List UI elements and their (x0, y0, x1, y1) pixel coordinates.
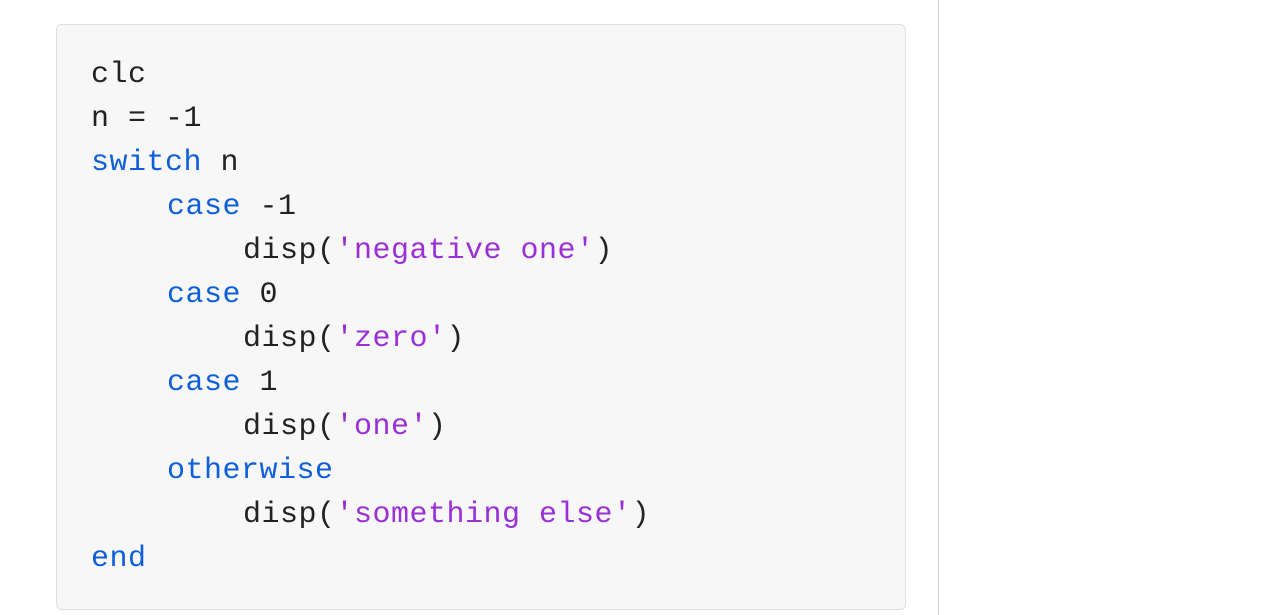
code-text: 0 (241, 278, 278, 312)
code-text: clc (91, 58, 147, 92)
string-literal: 'something else' (336, 498, 632, 532)
code-line: disp('something else') (91, 493, 871, 537)
keyword-end: end (91, 542, 147, 576)
keyword-case: case (167, 278, 241, 312)
code-line: case 0 (91, 273, 871, 317)
keyword-switch: switch (91, 146, 202, 180)
code-line: case -1 (91, 185, 871, 229)
code-text: n (202, 146, 239, 180)
string-literal: 'zero' (336, 322, 447, 356)
code-text: 1 (241, 366, 278, 400)
code-text: n = (91, 102, 165, 136)
code-line: disp('negative one') (91, 229, 871, 273)
keyword-case: case (167, 190, 241, 224)
code-text: disp( (243, 322, 336, 356)
code-text: disp( (243, 498, 336, 532)
code-line: disp('one') (91, 405, 871, 449)
keyword-case: case (167, 366, 241, 400)
code-line: n = -1 (91, 97, 871, 141)
code-text: -1 (165, 102, 202, 136)
code-text: ) (428, 410, 447, 444)
code-line: disp('zero') (91, 317, 871, 361)
vertical-divider (938, 0, 939, 615)
code-text: disp( (243, 410, 336, 444)
code-line: end (91, 537, 871, 581)
code-text: disp( (243, 234, 336, 268)
code-text: ) (632, 498, 651, 532)
code-text: ) (447, 322, 466, 356)
code-text: ) (595, 234, 614, 268)
code-line: switch n (91, 141, 871, 185)
keyword-otherwise: otherwise (167, 454, 334, 488)
code-line: otherwise (91, 449, 871, 493)
code-block-container: clc n = -1 switch n case -1 disp('negati… (56, 24, 906, 610)
string-literal: 'negative one' (336, 234, 595, 268)
string-literal: 'one' (336, 410, 429, 444)
code-line: clc (91, 53, 871, 97)
code-text: -1 (241, 190, 297, 224)
code-line: case 1 (91, 361, 871, 405)
